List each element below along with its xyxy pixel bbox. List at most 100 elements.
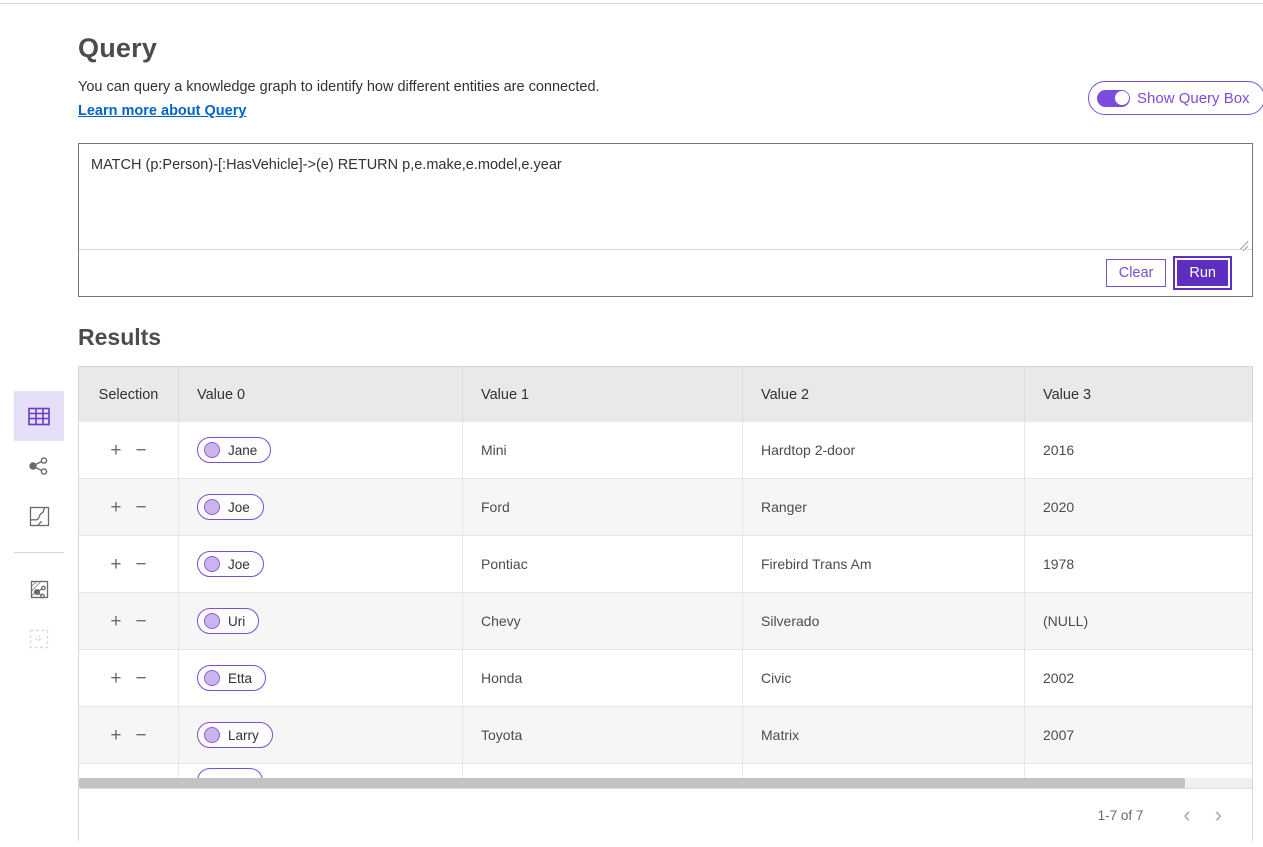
horizontal-scrollbar[interactable] <box>79 778 1252 788</box>
remove-from-selection-button[interactable]: − <box>136 612 147 631</box>
entity-node-icon <box>204 499 220 515</box>
show-query-box-toggle[interactable]: Show Query Box <box>1088 81 1263 115</box>
entity-node-icon <box>204 613 220 629</box>
table-view-button[interactable] <box>14 391 64 441</box>
add-to-selection-button[interactable]: + <box>110 612 121 631</box>
selection-cell <box>79 764 179 778</box>
remove-from-selection-button[interactable]: − <box>136 498 147 517</box>
table-row: + − Jane Mini Hardtop 2-door 2016 <box>79 422 1252 479</box>
add-to-selection-button[interactable]: + <box>110 669 121 688</box>
make-cell: Toyota <box>463 707 743 764</box>
make-cell: Mini <box>463 422 743 479</box>
add-to-selection-button[interactable]: + <box>110 441 121 460</box>
remove-from-selection-button[interactable]: − <box>136 726 147 745</box>
model-cell: Firebird Trans Am <box>743 536 1025 593</box>
table-row-partial <box>79 764 1252 778</box>
run-button[interactable]: Run <box>1175 258 1230 288</box>
toggle-knob <box>1115 91 1129 105</box>
model-cell <box>743 764 1025 778</box>
add-to-selection-button[interactable]: + <box>110 555 121 574</box>
scrollbar-thumb[interactable] <box>79 778 1185 788</box>
column-header-value1: Value 1 <box>463 367 743 422</box>
entity-name: Etta <box>228 671 252 686</box>
entity-cell: Joe <box>179 536 463 593</box>
make-cell: Honda <box>463 650 743 707</box>
entity-node-icon <box>204 670 220 686</box>
selection-cell: + − <box>79 422 179 479</box>
remove-from-selection-button[interactable]: − <box>136 441 147 460</box>
results-heading: Results <box>78 324 161 351</box>
model-cell: Civic <box>743 650 1025 707</box>
add-to-selection-button[interactable]: + <box>110 498 121 517</box>
map-icon <box>29 506 50 527</box>
entity-node-icon <box>204 556 220 572</box>
query-panel: MATCH (p:Person)-[:HasVehicle]->(e) RETU… <box>78 143 1253 297</box>
year-cell: 2016 <box>1025 422 1252 479</box>
remove-from-selection-button[interactable]: − <box>136 669 147 688</box>
add-to-selection-button[interactable]: + <box>110 726 121 745</box>
selection-cell: + − <box>79 650 179 707</box>
model-cell: Ranger <box>743 479 1025 536</box>
year-cell: 1978 <box>1025 536 1252 593</box>
entity-node-icon <box>204 727 220 743</box>
entity-cell: Joe <box>179 479 463 536</box>
next-page-button[interactable]: › <box>1203 804 1234 826</box>
toggle-label: Show Query Box <box>1137 90 1250 107</box>
dashed-square-icon <box>29 629 49 649</box>
table-footer: 1-7 of 7 ‹ › <box>79 788 1252 841</box>
entity-pill[interactable] <box>197 768 263 778</box>
model-cell: Matrix <box>743 707 1025 764</box>
map-link-chart-icon <box>29 579 50 600</box>
table-row: + − Joe Ford Ranger 2020 <box>79 479 1252 536</box>
toggle-switch-icon[interactable] <box>1097 90 1130 107</box>
model-cell: Silverado <box>743 593 1025 650</box>
year-cell <box>1025 764 1252 778</box>
table-row: + − Larry Toyota Matrix 2007 <box>79 707 1252 764</box>
column-header-value2: Value 2 <box>743 367 1025 422</box>
column-header-value3: Value 3 <box>1025 367 1252 422</box>
entity-name: Joe <box>228 557 250 572</box>
result-view-switcher <box>14 391 64 664</box>
query-input[interactable]: MATCH (p:Person)-[:HasVehicle]->(e) RETU… <box>79 144 1252 250</box>
entity-name: Jane <box>228 443 257 458</box>
make-cell: Ford <box>463 479 743 536</box>
new-view-button-disabled <box>14 614 64 664</box>
entity-pill[interactable]: Jane <box>197 437 271 463</box>
pagination-range: 1-7 of 7 <box>1098 808 1144 823</box>
entity-pill[interactable]: Joe <box>197 494 264 520</box>
view-switcher-divider <box>14 552 64 553</box>
selection-cell: + − <box>79 479 179 536</box>
column-header-value0: Value 0 <box>179 367 463 422</box>
entity-pill[interactable]: Joe <box>197 551 264 577</box>
selection-cell: + − <box>79 593 179 650</box>
selection-cell: + − <box>79 707 179 764</box>
entity-name: Larry <box>228 728 259 743</box>
clear-button[interactable]: Clear <box>1106 259 1167 287</box>
entity-name: Uri <box>228 614 245 629</box>
entity-pill[interactable]: Larry <box>197 722 273 748</box>
remove-from-selection-button[interactable]: − <box>136 555 147 574</box>
table-header-row: Selection Value 0 Value 1 Value 2 Value … <box>79 367 1252 422</box>
link-chart-icon <box>28 455 50 477</box>
make-cell: Chevy <box>463 593 743 650</box>
entity-pill[interactable]: Uri <box>197 608 259 634</box>
map-view-button[interactable] <box>14 491 64 541</box>
entity-pill[interactable]: Etta <box>197 665 266 691</box>
learn-more-link[interactable]: Learn more about Query <box>78 103 246 119</box>
page-description: You can query a knowledge graph to ident… <box>78 79 600 95</box>
selection-cell: + − <box>79 536 179 593</box>
entity-node-icon <box>204 442 220 458</box>
entity-name: Joe <box>228 500 250 515</box>
entity-cell <box>179 764 463 778</box>
map-link-chart-view-button[interactable] <box>14 564 64 614</box>
make-cell <box>463 764 743 778</box>
results-table-card: Selection Value 0 Value 1 Value 2 Value … <box>78 366 1253 841</box>
top-border-line <box>0 3 1263 4</box>
year-cell: (NULL) <box>1025 593 1252 650</box>
page-title: Query <box>78 33 157 64</box>
link-chart-view-button[interactable] <box>14 441 64 491</box>
previous-page-button[interactable]: ‹ <box>1171 804 1202 826</box>
table-row: + − Uri Chevy Silverado (NULL) <box>79 593 1252 650</box>
table-row: + − Joe Pontiac Firebird Trans Am 1978 <box>79 536 1252 593</box>
year-cell: 2020 <box>1025 479 1252 536</box>
